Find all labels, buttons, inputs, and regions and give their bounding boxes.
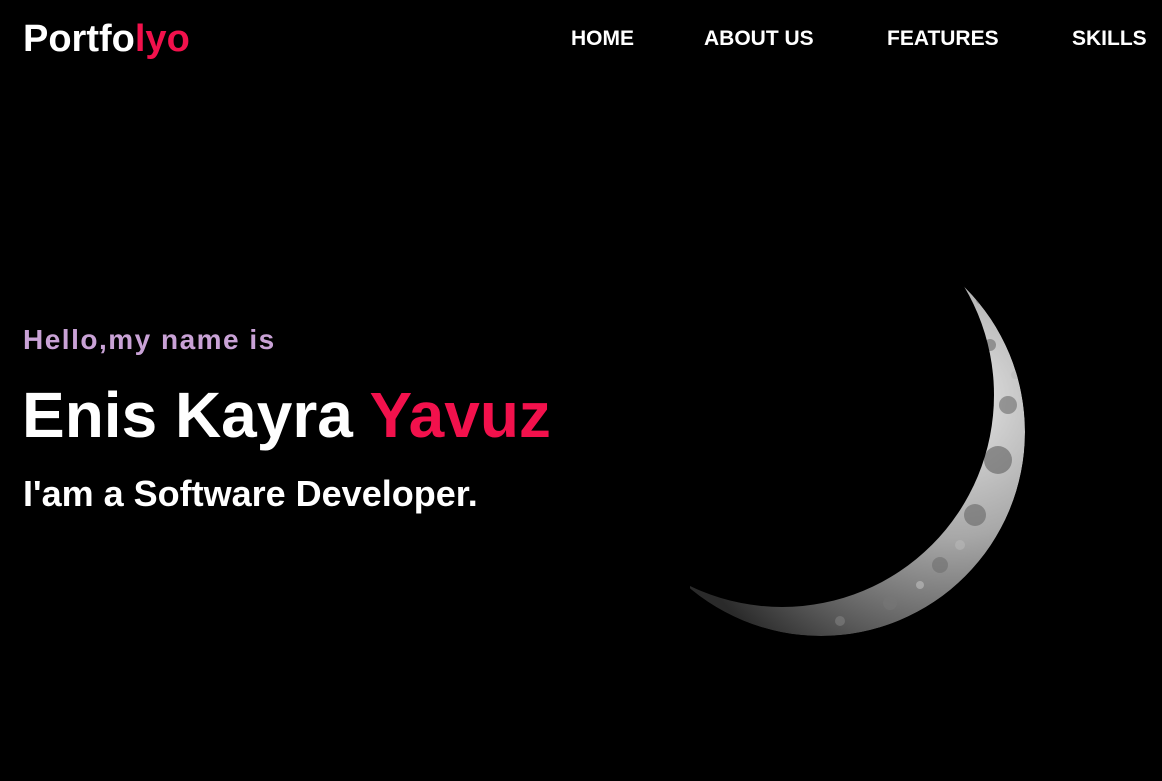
hero-name: Enis Kayra Yavuz bbox=[22, 378, 551, 452]
nav-item-home[interactable]: HOME bbox=[571, 26, 634, 52]
nav-item-skills[interactable]: SKILLS bbox=[1072, 26, 1147, 52]
hero-last-name: Yavuz bbox=[369, 379, 551, 451]
site-logo[interactable]: Portfolyo bbox=[23, 17, 190, 61]
nav-item-about-us[interactable]: ABOUT US bbox=[704, 26, 814, 52]
hero-greeting: Hello,my name is bbox=[23, 324, 276, 355]
hero-role: I'am a Software Developer. bbox=[23, 473, 478, 514]
crescent-moon-image bbox=[617, 225, 1035, 645]
logo-accent-text: lyo bbox=[134, 18, 190, 60]
logo-main-text: Portfo bbox=[23, 18, 135, 60]
nav-item-features[interactable]: FEATURES bbox=[887, 26, 999, 52]
hero-first-names: Enis Kayra bbox=[22, 379, 353, 451]
portfolio-page: Portfolyo HOME ABOUT US FEATURES SKILLS bbox=[0, 0, 1162, 781]
